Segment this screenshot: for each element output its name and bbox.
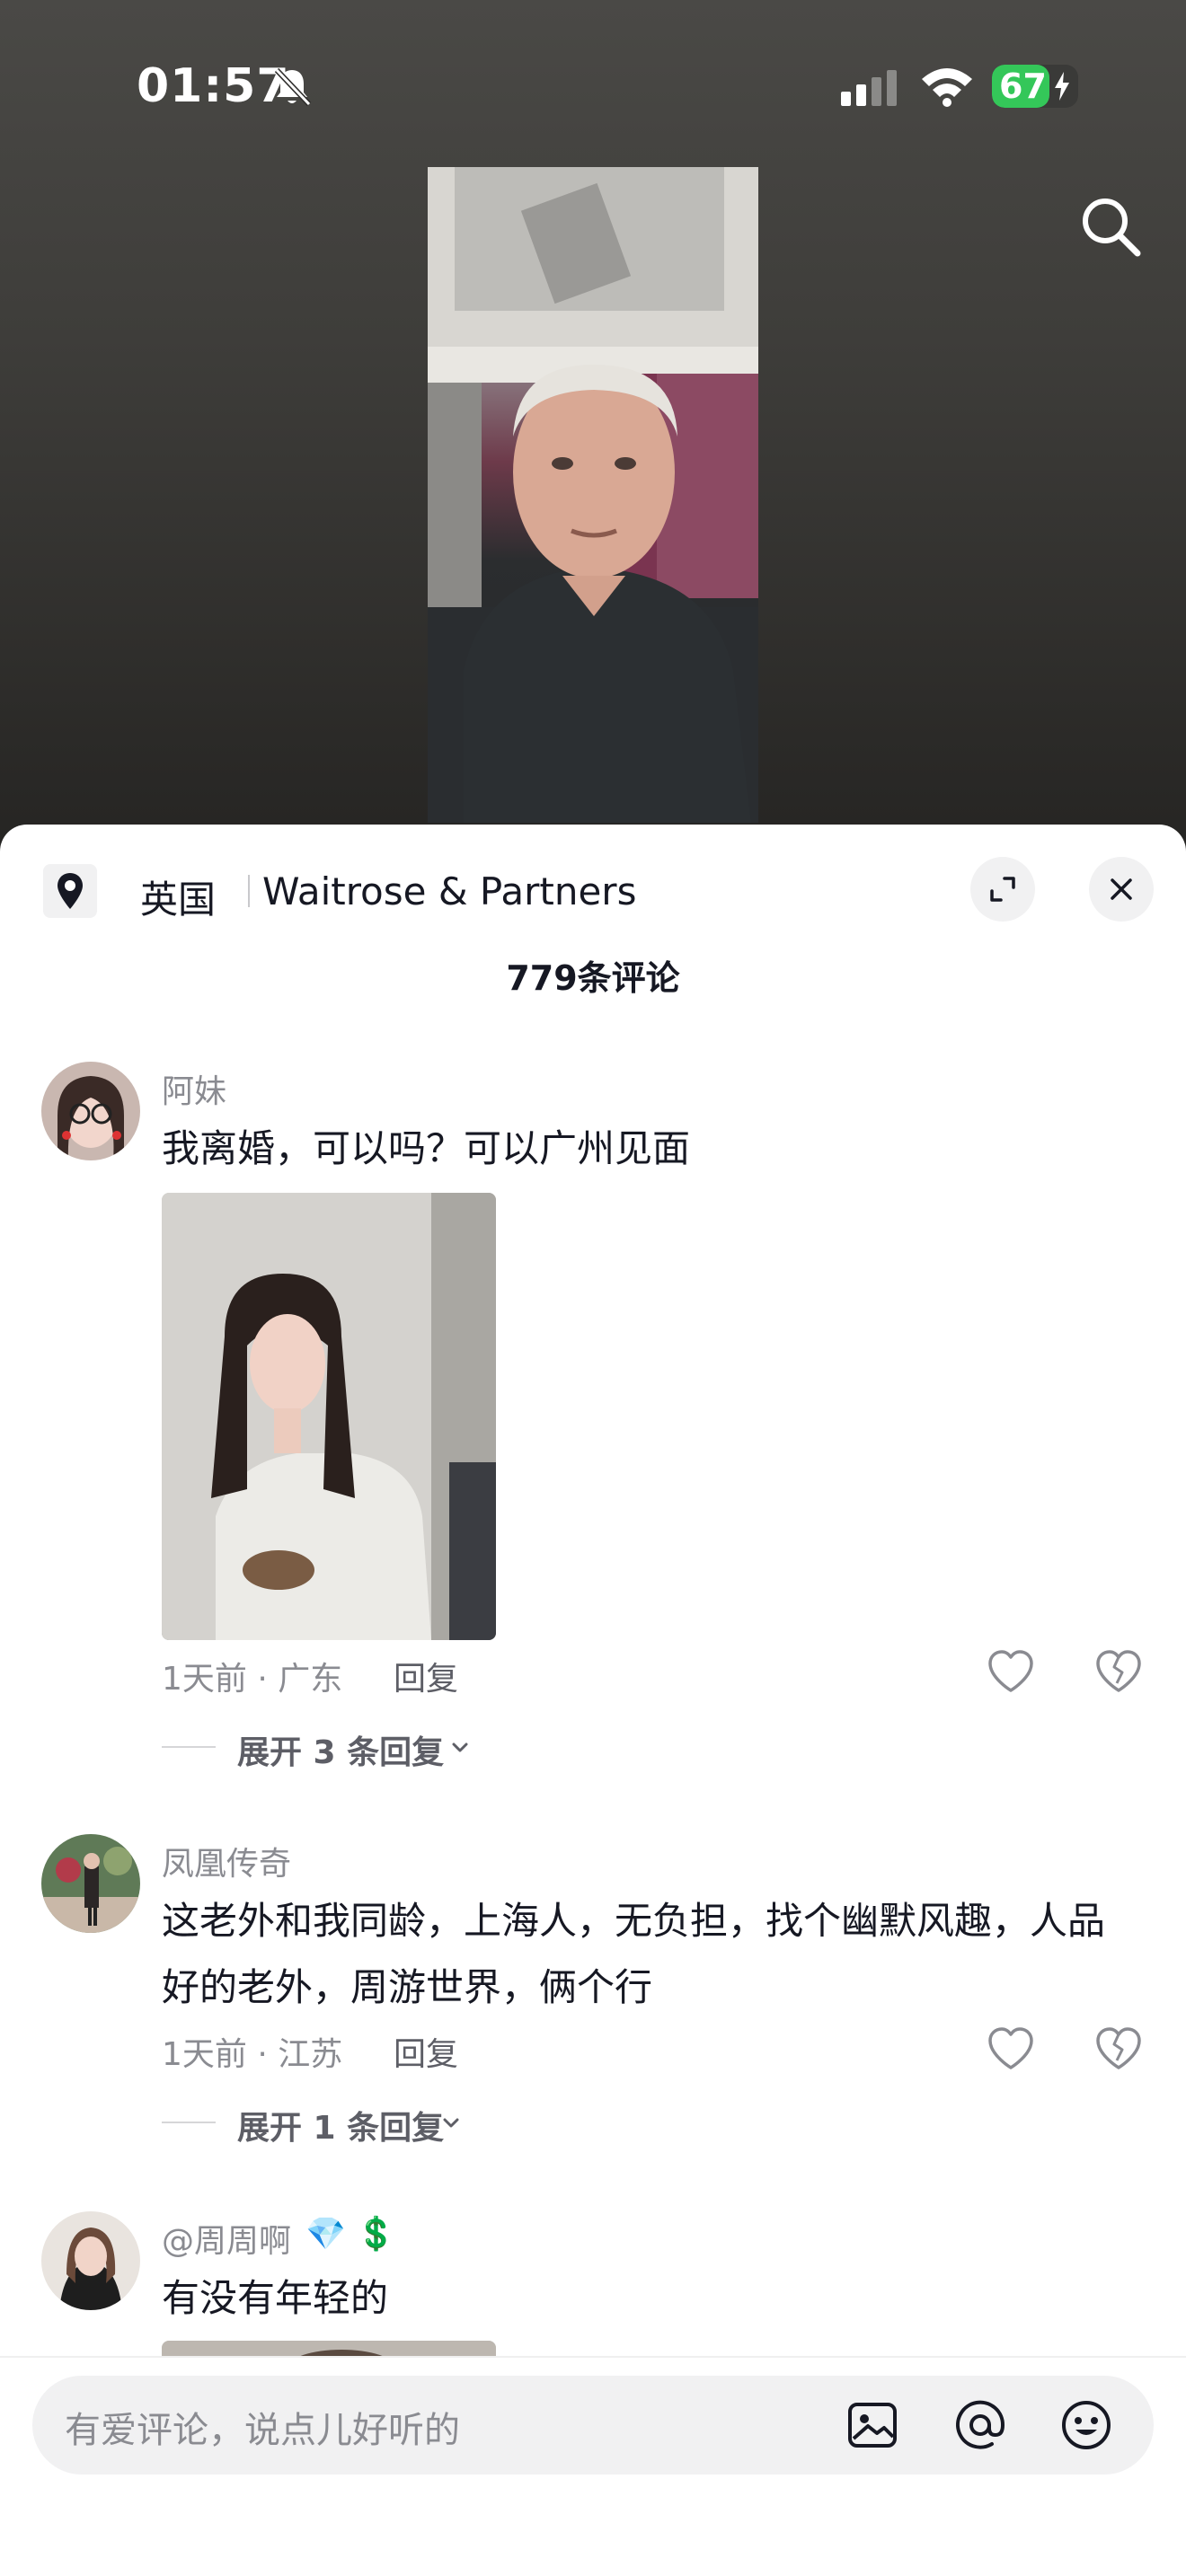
at-icon[interactable] [952,2397,1008,2453]
comment-username[interactable]: @周周啊 [162,2215,291,2262]
location-place[interactable]: Waitrose & Partners [248,869,636,913]
battery-icon: 67 [992,65,1078,108]
broken-heart-icon[interactable] [1091,2021,1146,2077]
avatar[interactable] [41,2211,140,2310]
close-button[interactable] [1089,857,1154,922]
comment-meta: 1天前 · 江苏 [162,2036,343,2073]
comment-text: 我离婚，可以吗？可以广州见面 [162,1126,691,1170]
emoji-icon[interactable] [1058,2397,1114,2453]
comment-text: 这老外和我同龄，上海人，无负担，找个幽默风趣，人品好的老外，周游世界，俩个行 [162,1899,1106,2009]
reply-button[interactable]: 回复 [394,2028,458,2075]
comment-text: 有没有年轻的 [162,2276,389,2320]
video-area[interactable]: 01:57 67 [0,0,1186,844]
comment-input-bar: 有爱评论，说点儿好听的 [0,2356,1186,2576]
charging-bolt-icon [1055,72,1069,101]
heart-icon[interactable] [983,2021,1039,2077]
heart-icon[interactable] [983,1644,1039,1699]
avatar[interactable] [41,1062,140,1160]
close-icon [1111,878,1132,900]
battery-level: 67 [999,66,1047,106]
cellular-signal-icon [841,70,897,106]
username-badges: 💎 💲 [305,2216,397,2253]
location-country: 英国 [140,878,217,922]
bell-slash-icon [274,67,312,107]
location-row[interactable]: 英国 Waitrose & Partners [0,825,1186,950]
expand-button[interactable] [970,857,1035,922]
comment-username[interactable]: 凤凰传奇 [162,1838,291,1884]
comment-input[interactable]: 有爱评论，说点儿好听的 [32,2376,1154,2475]
comment-image[interactable] [162,1193,496,1640]
image-icon[interactable] [845,2397,900,2453]
broken-heart-icon[interactable] [1091,1644,1146,1699]
comments-sheet: 英国 Waitrose & Partners 779条评论 阿妹 我离婚，可以吗… [0,825,1186,2576]
comment-username[interactable]: 阿妹 [162,1065,226,1112]
video-thumbnail [428,167,758,823]
location-pin-icon [43,864,97,918]
comment-input-placeholder: 有爱评论，说点儿好听的 [65,2410,460,2451]
chevron-down-icon [443,2118,459,2128]
video-frame[interactable] [428,167,758,823]
reply-button[interactable]: 回复 [394,1653,458,1699]
search-icon[interactable] [1075,190,1146,262]
chevron-down-icon [452,1742,468,1752]
expand-divider [162,1746,216,1748]
expand-icon [990,877,1015,902]
expand-divider [162,2122,216,2123]
status-time: 01:57 [137,59,290,113]
avatar[interactable] [41,1834,140,1933]
expand-replies-button[interactable]: 展开 1 条回复 [237,2102,444,2148]
comment-meta: 1天前 · 广东 [162,1661,343,1698]
wifi-icon [922,68,972,107]
status-bar: 01:57 67 [0,0,1186,171]
expand-replies-button[interactable]: 展开 3 条回复 [237,1726,444,1773]
comment-count: 779条评论 [506,958,680,998]
